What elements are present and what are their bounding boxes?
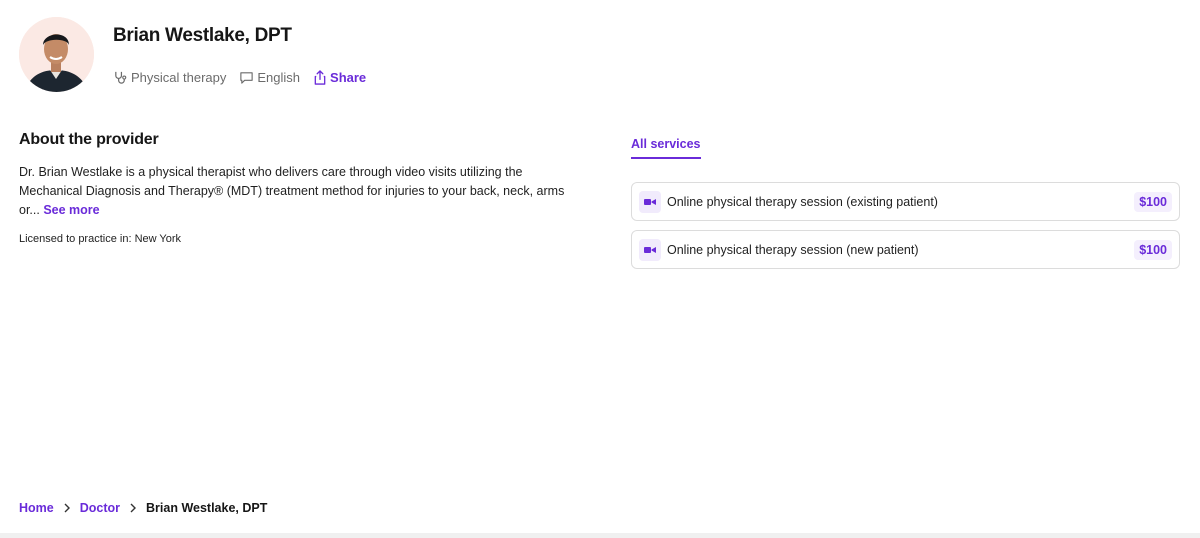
- about-title: About the provider: [19, 131, 159, 148]
- specialty-label: Physical therapy: [131, 69, 227, 85]
- service-card-new-patient[interactable]: Online physical therapy session (new pat…: [631, 230, 1180, 269]
- share-label: Share: [330, 69, 367, 85]
- service-label: Online physical therapy session (new pat…: [667, 242, 919, 257]
- chevron-right-icon: [129, 503, 137, 513]
- language-label: English: [257, 69, 301, 85]
- avatar: [19, 17, 94, 92]
- service-price: $100: [1134, 239, 1172, 260]
- breadcrumb: Home Doctor Brian Westlake, DPT: [19, 499, 267, 516]
- language: English: [239, 70, 300, 85]
- chat-bubble-icon: [240, 71, 254, 84]
- breadcrumb-current: Brian Westlake, DPT: [146, 500, 268, 515]
- chevron-right-icon: [63, 503, 71, 513]
- service-card-existing-patient[interactable]: Online physical therapy session (existin…: [631, 182, 1180, 221]
- about-description: Dr. Brian Westlake is a physical therapi…: [19, 163, 579, 220]
- service-label: Online physical therapy session (existin…: [667, 194, 938, 209]
- about-text: Dr. Brian Westlake is a physical therapi…: [19, 165, 565, 217]
- page-divider: [0, 533, 1200, 538]
- see-more-link[interactable]: See more: [43, 203, 99, 217]
- stethoscope-icon: [115, 71, 127, 84]
- specialty: Physical therapy: [113, 70, 226, 85]
- provider-name: Brian Westlake, DPT: [113, 25, 292, 46]
- share-icon: [314, 69, 326, 85]
- service-price: $100: [1134, 191, 1172, 212]
- video-camera-icon: [639, 238, 661, 261]
- licensed-states: Licensed to practice in: New York: [19, 233, 182, 245]
- video-camera-icon: [639, 190, 661, 213]
- breadcrumb-home[interactable]: Home: [19, 501, 54, 515]
- share-button[interactable]: Share: [313, 70, 366, 85]
- tab-all-services[interactable]: All services: [631, 137, 701, 159]
- provider-page: Brian Westlake, DPT Physical therapy Eng…: [0, 0, 1200, 538]
- provider-meta: Physical therapy English Share: [113, 67, 379, 87]
- breadcrumb-doctor[interactable]: Doctor: [80, 501, 120, 515]
- avatar-portrait-icon: [19, 17, 94, 92]
